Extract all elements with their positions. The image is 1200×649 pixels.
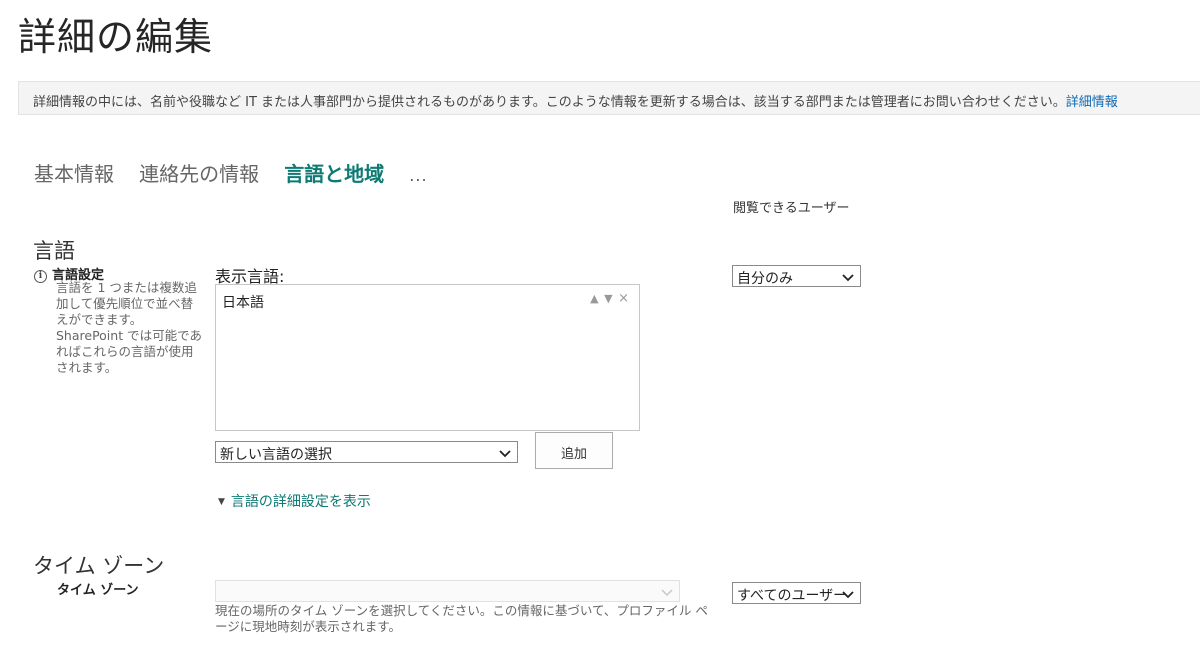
expand-triangle-icon: ▼ — [218, 497, 225, 507]
timezone-select[interactable] — [215, 580, 680, 602]
move-up-icon[interactable]: ▲ — [590, 292, 598, 305]
move-down-icon[interactable]: ▼ — [604, 292, 612, 305]
add-language-button[interactable]: 追加 — [535, 432, 613, 469]
page-title: 詳細の編集 — [18, 15, 214, 59]
timezone-description: 現在の場所のタイム ゾーンを選択してください。この情報に基づいて、プロファイル … — [215, 603, 708, 634]
advanced-link-label: 言語の詳細設定を表示 — [230, 494, 371, 510]
timezone-visibility-value: すべてのユーザー — [737, 588, 848, 604]
info-bar: 詳細情報の中には、名前や役職など IT または人事部門から提供されるものがありま… — [18, 81, 1200, 115]
tab-bar: 基本情報 連絡先の情報 言語と地域 ... — [34, 158, 428, 187]
chevron-down-icon — [661, 589, 673, 597]
chevron-down-icon — [842, 274, 854, 282]
remove-icon[interactable]: × — [618, 291, 629, 306]
info-bar-text: 詳細情報の中には、名前や役職など IT または人事部門から提供されるものがありま… — [33, 95, 1066, 110]
language-list-item[interactable]: 日本語 — [222, 292, 264, 312]
tab-basic-info[interactable]: 基本情報 — [34, 158, 114, 187]
tab-language-region[interactable]: 言語と地域 — [284, 158, 384, 187]
display-language-list: 日本語 ▲ ▼ × — [215, 284, 640, 431]
tab-contact-info[interactable]: 連絡先の情報 — [139, 158, 259, 187]
chevron-down-icon — [842, 591, 854, 599]
language-visibility-value: 自分のみ — [737, 271, 793, 287]
timezone-visibility-select[interactable]: すべてのユーザー — [732, 582, 861, 604]
chevron-down-icon — [499, 450, 511, 458]
show-advanced-language-settings-link[interactable]: ▼ 言語の詳細設定を表示 — [218, 491, 371, 511]
timezone-label: タイム ゾーン — [57, 583, 139, 598]
language-item-controls: ▲ ▼ × — [588, 291, 629, 306]
new-language-select[interactable]: 新しい言語の選択 — [215, 441, 518, 463]
language-visibility-select[interactable]: 自分のみ — [732, 265, 861, 287]
info-bar-link[interactable]: 詳細情報 — [1066, 95, 1118, 110]
viewers-column-label: 閲覧できるユーザー — [733, 201, 850, 216]
tab-more-button[interactable]: ... — [409, 166, 427, 185]
language-section-title: 言語 — [33, 239, 75, 263]
language-settings-description: 言語を 1 つまたは複数追加して優先順位で並べ替えができます。SharePoin… — [56, 280, 202, 375]
info-icon[interactable]: i — [34, 270, 47, 283]
new-language-select-value: 新しい言語の選択 — [220, 447, 332, 463]
timezone-section-title: タイム ゾーン — [33, 554, 165, 578]
